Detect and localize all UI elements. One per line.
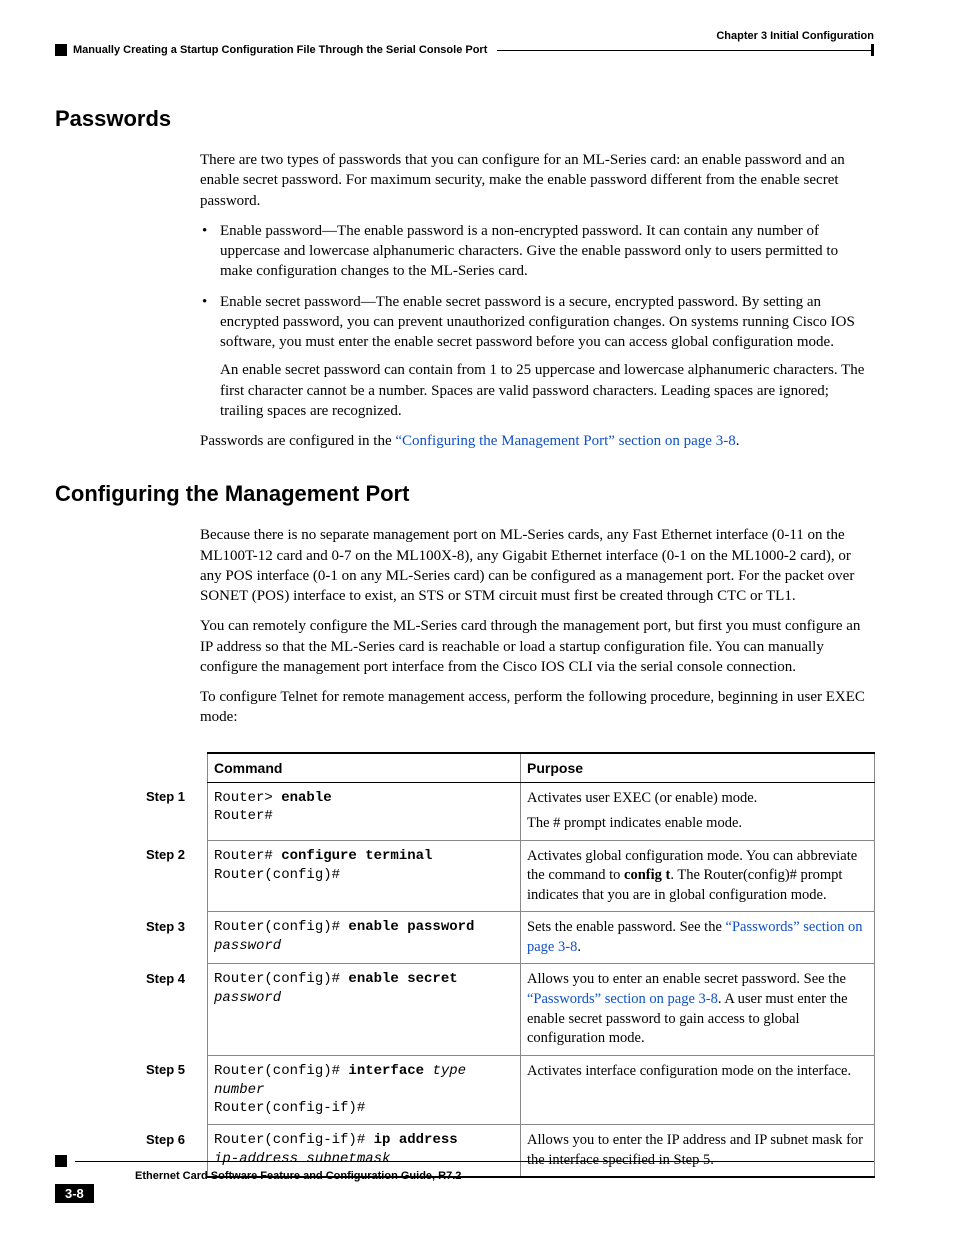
purpose-cell: Activates global configuration mode. You… xyxy=(521,840,875,912)
paragraph: You can remotely configure the ML-Series… xyxy=(200,616,874,677)
page-number: 3-8 xyxy=(55,1184,94,1203)
command-cell: Router(config)# interface type numberRou… xyxy=(208,1055,521,1125)
bullet-text: Enable password—The enable password is a… xyxy=(220,223,838,280)
col-header-purpose: Purpose xyxy=(521,753,875,783)
step-label: Step 5 xyxy=(140,1055,208,1125)
command-cell: Router# configure terminalRouter(config)… xyxy=(208,840,521,912)
table-row: Step 5Router(config)# interface type num… xyxy=(140,1055,875,1125)
section-heading-passwords: Passwords xyxy=(55,106,874,132)
paragraph-with-link: Passwords are configured in the “Configu… xyxy=(200,431,874,451)
purpose-cell: Sets the enable password. See the “Passw… xyxy=(521,912,875,964)
command-cell: Router(config)# enable secret password xyxy=(208,964,521,1055)
step-label: Step 3 xyxy=(140,912,208,964)
section-heading-config-mgmt-port: Configuring the Management Port xyxy=(55,481,874,507)
running-header: Chapter 3 Initial Configuration xyxy=(55,30,874,42)
purpose-cell: Allows you to enter an enable secret pas… xyxy=(521,964,875,1055)
command-cell: Router(config)# enable passwordpassword xyxy=(208,912,521,964)
chapter-label: Chapter 3 Initial Configuration xyxy=(716,30,874,42)
header-rule: Manually Creating a Startup Configuratio… xyxy=(55,44,874,56)
purpose-cell: Activates interface configuration mode o… xyxy=(521,1055,875,1125)
table-row: Step 2Router# configure terminalRouter(c… xyxy=(140,840,875,912)
table-row: Step 1Router> enableRouter#Activates use… xyxy=(140,782,875,840)
list-item: Enable secret password—The enable secret… xyxy=(220,292,874,422)
bullet-text: Enable secret password—The enable secret… xyxy=(220,294,855,351)
text-pre: Passwords are configured in the xyxy=(200,433,395,449)
section-body-config-mgmt-port: Because there is no separate management … xyxy=(200,525,874,727)
header-subtitle: Manually Creating a Startup Configuratio… xyxy=(73,44,487,56)
step-label: Step 4 xyxy=(140,964,208,1055)
table-header-row: Command Purpose xyxy=(140,753,875,783)
text-post: . xyxy=(736,433,740,449)
header-right-marker-icon xyxy=(871,44,874,56)
footer-marker-icon xyxy=(55,1155,67,1167)
command-cell: Router> enableRouter# xyxy=(208,782,521,840)
paragraph: To configure Telnet for remote managemen… xyxy=(200,687,874,728)
command-table-wrap: Command Purpose Step 1Router> enableRout… xyxy=(140,752,874,1179)
header-marker-icon xyxy=(55,44,67,56)
bullet-list: Enable password—The enable password is a… xyxy=(200,221,874,421)
purpose-cell: Activates user EXEC (or enable) mode.The… xyxy=(521,782,875,840)
step-label: Step 1 xyxy=(140,782,208,840)
table-row: Step 3Router(config)# enable passwordpas… xyxy=(140,912,875,964)
xref-link[interactable]: “Configuring the Management Port” sectio… xyxy=(395,433,735,449)
page-footer: Ethernet Card Software Feature and Confi… xyxy=(55,1155,874,1203)
bullet-subparagraph: An enable secret password can contain fr… xyxy=(220,360,874,421)
list-item: Enable password—The enable password is a… xyxy=(220,221,874,282)
paragraph: There are two types of passwords that yo… xyxy=(200,150,874,211)
section-body-passwords: There are two types of passwords that yo… xyxy=(200,150,874,451)
step-label: Step 2 xyxy=(140,840,208,912)
paragraph: Because there is no separate management … xyxy=(200,525,874,606)
table-row: Step 4Router(config)# enable secret pass… xyxy=(140,964,875,1055)
footer-doc-title: Ethernet Card Software Feature and Confi… xyxy=(135,1170,874,1182)
col-header-command: Command xyxy=(208,753,521,783)
command-table: Command Purpose Step 1Router> enableRout… xyxy=(140,752,875,1179)
page: Chapter 3 Initial Configuration Manually… xyxy=(0,0,954,1235)
